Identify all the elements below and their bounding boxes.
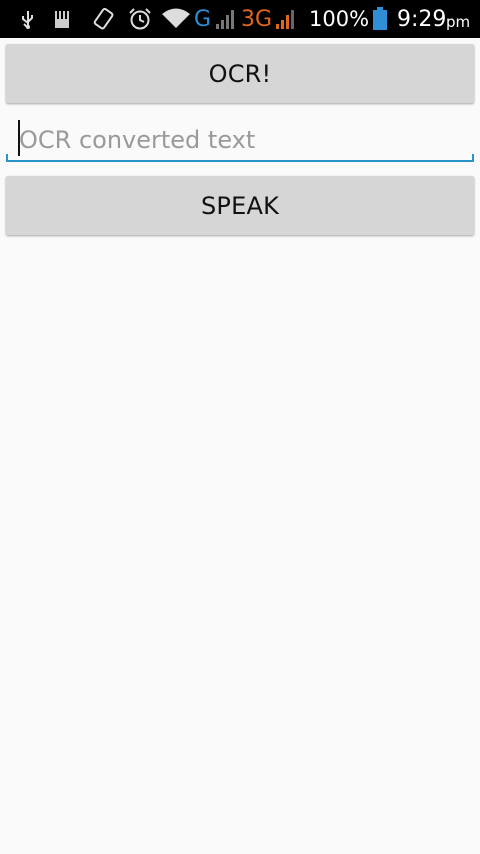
- text-cursor: [18, 120, 20, 156]
- status-bar: G 3G 100% 9:29 pm: [0, 0, 480, 38]
- speak-button[interactable]: SPEAK: [6, 176, 474, 235]
- field-underline-left-tick: [6, 154, 8, 162]
- ocr-text-field: [6, 114, 474, 164]
- battery-percent: 100%: [309, 7, 370, 31]
- field-underline-right-tick: [472, 154, 474, 162]
- alarm-icon: [127, 0, 153, 38]
- signal-3g-icon: [274, 0, 298, 38]
- usb-icon: [18, 0, 38, 38]
- network-type-3g: 3G: [241, 6, 273, 32]
- rotate-icon: [92, 0, 116, 38]
- clock-ampm: pm: [446, 12, 471, 31]
- sd-card-icon: [53, 0, 71, 38]
- wifi-icon: [161, 0, 191, 38]
- field-underline: [6, 160, 474, 162]
- signal-icon: [214, 0, 238, 38]
- network-type-g: G: [194, 6, 212, 32]
- ocr-text-input[interactable]: [6, 114, 474, 160]
- ocr-button[interactable]: OCR!: [6, 44, 474, 103]
- clock-time: 9:29: [397, 6, 447, 32]
- battery-icon: [371, 0, 389, 38]
